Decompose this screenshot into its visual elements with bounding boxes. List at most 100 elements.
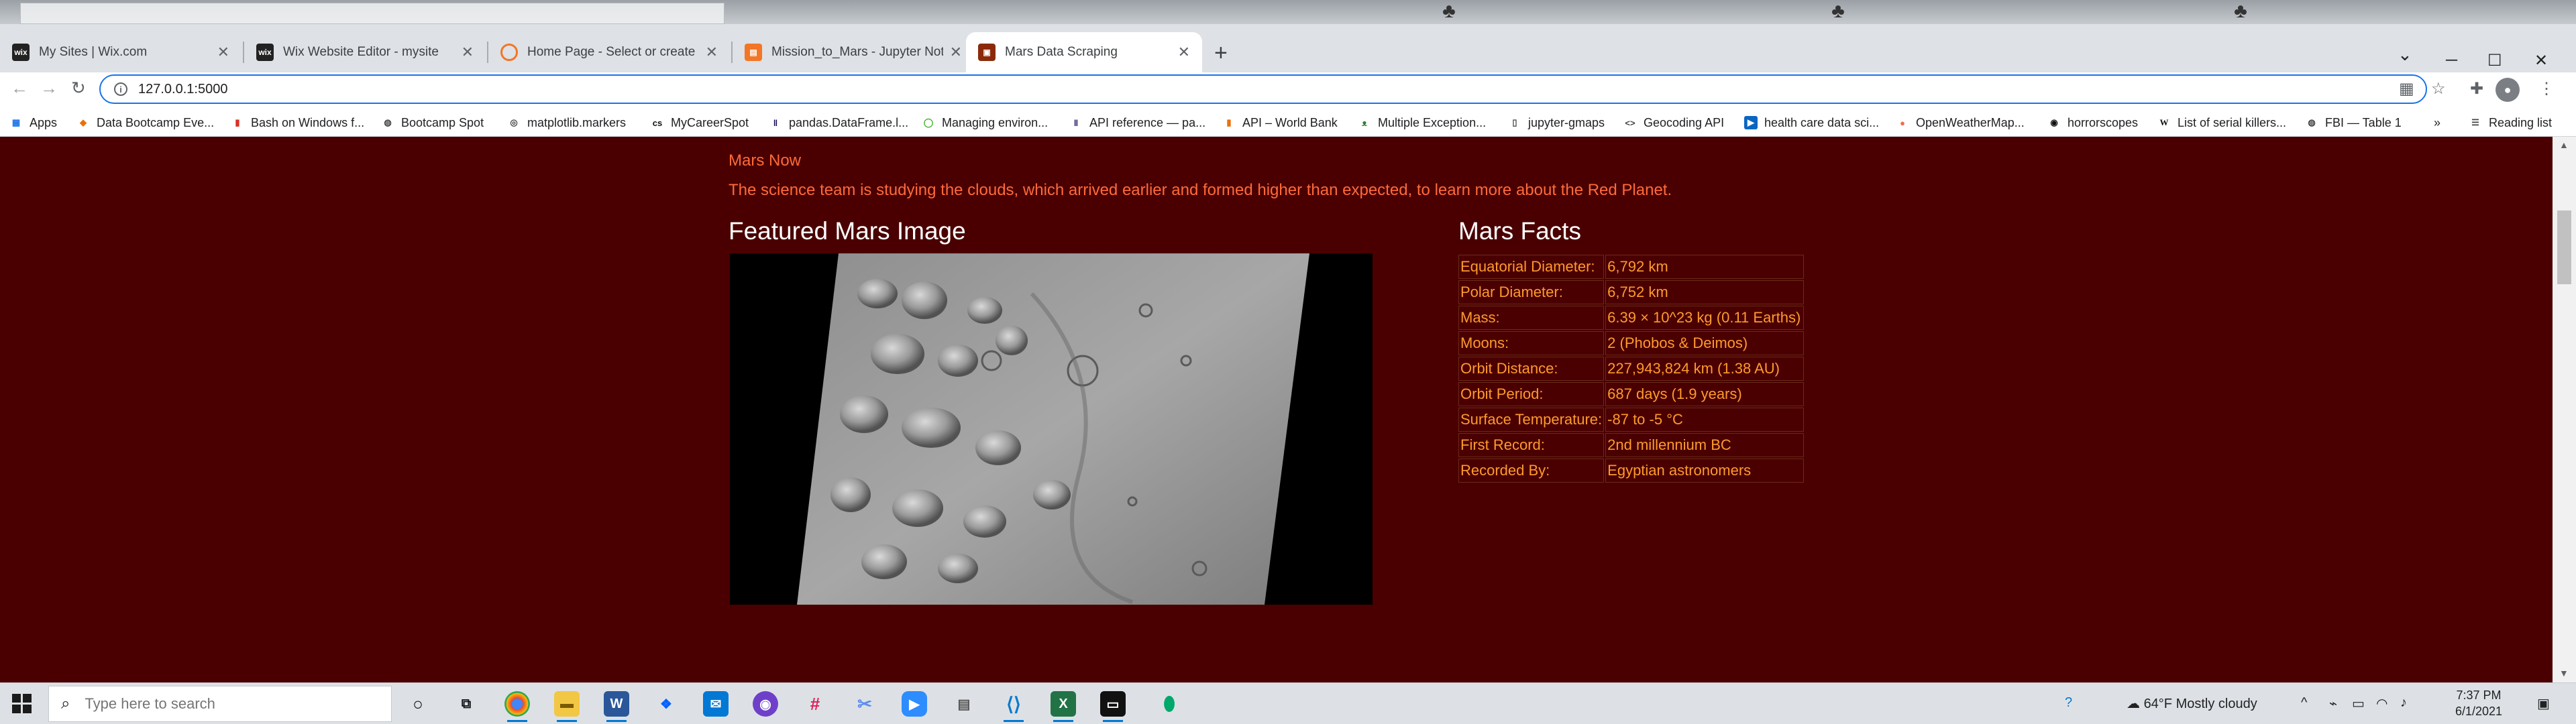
tab-my-sites[interactable]: wix My Sites | Wix.com ✕: [0, 32, 241, 72]
fact-label: Polar Diameter:: [1458, 280, 1605, 304]
code-icon: <>: [1625, 117, 1635, 128]
dropbox-icon[interactable]: ❖: [653, 691, 679, 717]
bookmark-matplotlib[interactable]: ◎ matplotlib.markers: [507, 113, 626, 133]
bookmark-managing-environments[interactable]: ◯ Managing environ...: [922, 113, 1048, 133]
file-explorer-icon[interactable]: ▬: [554, 691, 580, 722]
wikipedia-icon: W: [2159, 117, 2169, 127]
site-info-icon[interactable]: i: [114, 82, 127, 96]
fact-label: Mass:: [1458, 306, 1605, 330]
volume-icon[interactable]: ♪: [2400, 695, 2407, 711]
chrome-icon[interactable]: [504, 691, 530, 722]
forward-arrow-icon[interactable]: →: [40, 78, 58, 99]
tab-label: Wix Website Editor - mysite: [283, 45, 439, 59]
taskbar-search-input[interactable]: [85, 695, 367, 713]
bookmark-geocoding-api[interactable]: <> Geocoding API: [1623, 113, 1724, 133]
task-view-icon[interactable]: ⧉: [453, 691, 479, 717]
github-desktop-icon[interactable]: ◉: [753, 691, 778, 717]
close-tab-icon[interactable]: ✕: [217, 44, 229, 61]
fact-value: 6,792 km: [1605, 255, 1805, 279]
maximize-button[interactable]: ☐: [2487, 51, 2502, 70]
bookmark-label: MyCareerSpot: [671, 115, 749, 129]
bookmarks-overflow-button[interactable]: »: [2434, 113, 2440, 133]
word-icon[interactable]: W: [604, 691, 629, 722]
tab-home-page[interactable]: Home Page - Select or create a n ✕: [488, 32, 730, 72]
tab-wix-editor[interactable]: wix Wix Website Editor - mysite ✕: [244, 32, 486, 72]
windows-start-icon[interactable]: [12, 694, 32, 714]
zoom-icon[interactable]: ▶: [902, 691, 927, 717]
bookmark-label: health care data sci...: [1764, 115, 1880, 129]
notifications-icon[interactable]: ▣: [2537, 695, 2550, 712]
new-tab-button[interactable]: +: [1214, 40, 1228, 66]
network-icon[interactable]: ⌁: [2329, 695, 2337, 712]
bookmark-bootcamp-spot[interactable]: ◍ Bootcamp Spot: [381, 113, 484, 133]
bookmark-horrorscopes[interactable]: ◉ horrorscopes: [2047, 113, 2138, 133]
reading-list-label: Reading list: [2489, 115, 2553, 129]
table-row: Moons: 2 (Phobos & Deimos): [1458, 331, 1805, 355]
bookmark-data-bootcamp[interactable]: ◆ Data Bootcamp Eve...: [76, 113, 214, 133]
excel-icon[interactable]: X: [1051, 691, 1076, 722]
scroll-down-arrow-icon[interactable]: ▼: [2559, 668, 2569, 678]
close-tab-icon[interactable]: ✕: [1178, 44, 1190, 61]
bookmark-label: matplotlib.markers: [527, 115, 627, 129]
reload-icon[interactable]: ↻: [71, 78, 86, 99]
tab-label: My Sites | Wix.com: [39, 45, 148, 59]
vscode-icon[interactable]: ⟨⟩: [1001, 691, 1026, 722]
bookmark-world-bank[interactable]: ▮ API – World Bank: [1222, 113, 1337, 133]
bookmark-pandas[interactable]: ǁ pandas.DataFrame.l...: [769, 113, 908, 133]
bookmark-multiple-exception[interactable]: ᴥ Multiple Exception...: [1358, 113, 1486, 133]
close-tab-icon[interactable]: ✕: [950, 44, 962, 61]
bookmark-mycareerspot[interactable]: cs MyCareerSpot: [651, 113, 749, 133]
bookmark-apps[interactable]: ▦ Apps: [9, 113, 57, 133]
url-input[interactable]: [138, 81, 2151, 97]
page-scrollbar[interactable]: ▲ ▼: [2553, 137, 2576, 682]
tab-label: Mission_to_Mars - Jupyter Notebo: [771, 45, 943, 59]
bookmark-jupyter-gmaps[interactable]: ▯ jupyter-gmaps: [1508, 113, 1605, 133]
terminal-icon[interactable]: ▭: [1100, 691, 1126, 722]
scrollbar-thumb[interactable]: [2557, 210, 2571, 284]
weather-icon: ●: [1900, 117, 1905, 128]
extensions-icon[interactable]: ✚: [2470, 79, 2483, 99]
address-bar[interactable]: i: [99, 74, 2427, 104]
weather-widget[interactable]: ☁ 64°F Mostly cloudy: [2127, 695, 2257, 712]
bookmark-bash-on-windows[interactable]: ▮ Bash on Windows f...: [231, 113, 364, 133]
snip-icon[interactable]: ✂: [852, 691, 877, 717]
mars-terrain-image: [730, 253, 1373, 605]
bookmark-star-icon[interactable]: ☆: [2431, 79, 2446, 99]
reading-list-button[interactable]: ☰ Reading list: [2469, 113, 2552, 133]
tab-mission-to-mars[interactable]: ▤ Mission_to_Mars - Jupyter Notebo ✕: [733, 32, 974, 72]
fact-value: 2 (Phobos & Deimos): [1605, 331, 1805, 355]
bookmark-fbi-table[interactable]: ◍ FBI — Table 1: [2305, 113, 2401, 133]
close-tab-icon[interactable]: ✕: [706, 44, 718, 61]
scroll-up-arrow-icon[interactable]: ▲: [2559, 139, 2569, 150]
close-window-button[interactable]: ✕: [2534, 51, 2548, 70]
slack-icon[interactable]: #: [802, 691, 828, 717]
tab-search-icon[interactable]: ⌄: [2398, 44, 2412, 65]
bookmark-api-reference[interactable]: ǁ API reference — pa...: [1069, 113, 1205, 133]
minimize-button[interactable]: ─: [2446, 51, 2457, 70]
fact-label: First Record:: [1458, 433, 1605, 457]
cortana-icon[interactable]: ○: [405, 691, 431, 717]
clock[interactable]: 7:37 PM 6/1/2021: [2442, 687, 2516, 719]
featured-image-heading: Featured Mars Image: [729, 217, 966, 245]
battery-icon[interactable]: ▭: [2352, 695, 2365, 712]
close-tab-icon[interactable]: ✕: [462, 44, 474, 61]
wifi-icon[interactable]: ◠: [2376, 695, 2387, 712]
bookmark-openweathermap[interactable]: ● OpenWeatherMap...: [1896, 113, 2025, 133]
bookmark-serial-killers[interactable]: W List of serial killers...: [2157, 113, 2287, 133]
back-arrow-icon[interactable]: ←: [11, 78, 28, 99]
taskbar-search[interactable]: ⌕: [48, 686, 392, 722]
bookmark-health-care[interactable]: ▶ health care data sci...: [1744, 113, 1879, 133]
profile-avatar[interactable]: ●: [2496, 78, 2520, 102]
menu-kebab-icon[interactable]: ⋮: [2538, 79, 2555, 99]
bookmark-label: OpenWeatherMap...: [1916, 115, 2025, 129]
network-drive-icon[interactable]: ▤: [951, 691, 977, 717]
mail-icon[interactable]: ✉: [703, 691, 729, 717]
tab-mars-data-scraping[interactable]: ▣ Mars Data Scraping ✕: [966, 32, 1202, 72]
qr-code-icon[interactable]: ▦: [2399, 79, 2414, 99]
background-window: [20, 3, 724, 24]
help-icon[interactable]: ?: [2065, 695, 2072, 711]
mars-icon: ▣: [978, 44, 996, 61]
anaconda-icon[interactable]: ⬮: [1157, 691, 1182, 717]
show-hidden-icons-icon[interactable]: ^: [2301, 695, 2307, 711]
bookmark-label: Multiple Exception...: [1378, 115, 1487, 129]
